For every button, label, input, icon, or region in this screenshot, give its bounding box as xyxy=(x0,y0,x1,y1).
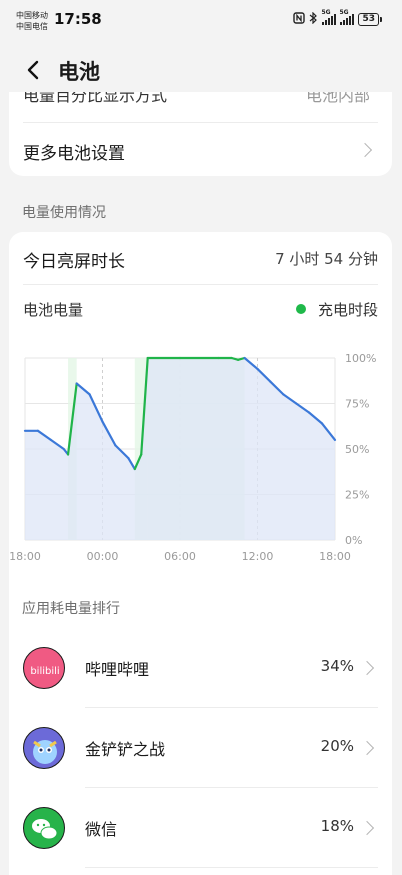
battery-level: 53 xyxy=(358,13,379,26)
x-tick-label: 00:00 xyxy=(87,550,119,563)
system-icons: 5G 5G 53 xyxy=(293,9,382,27)
chevron-right-icon xyxy=(359,820,375,836)
chevron-right-icon xyxy=(357,142,373,158)
chevron-left-icon xyxy=(27,60,39,80)
divider xyxy=(23,284,378,285)
chevron-right-icon xyxy=(359,660,375,676)
y-tick-label: 50% xyxy=(345,443,369,456)
x-tick-label: 18:00 xyxy=(319,550,351,563)
more-battery-settings-row[interactable]: 更多电池设置 xyxy=(23,139,125,164)
nfc-icon xyxy=(293,12,306,27)
x-tick-label: 18:00 xyxy=(9,550,41,563)
carrier-names: 中国移动 中国电信 xyxy=(16,10,48,32)
divider xyxy=(23,122,378,123)
screen-time-label: 今日亮屏时长 xyxy=(23,252,125,272)
signal-2-label: 5G xyxy=(339,9,349,16)
y-tick-label: 0% xyxy=(345,534,362,547)
battery-chart-svg: 100% 75% 50% 25% 0% 18:00 00:00 06:00 12:00 18:0… xyxy=(9,352,376,563)
chevron-right-icon xyxy=(359,740,375,756)
app-name: 微信 xyxy=(85,820,118,839)
y-tick-label: 25% xyxy=(345,489,369,502)
battery-icon: 53 xyxy=(358,13,382,26)
charging-legend-label: 充电时段 xyxy=(317,301,378,319)
percentage-display-row[interactable]: 电量百分比显示方式 xyxy=(23,92,167,106)
app-name: 金铲铲之战 xyxy=(85,740,166,759)
ranking-section-title: 应用耗电量排行 xyxy=(22,601,120,617)
y-tick-label: 100% xyxy=(345,352,376,365)
signal-2-icon: 5G xyxy=(339,9,355,25)
settings-card: 电量百分比显示方式 电池内部 更多电池设置 xyxy=(9,92,392,176)
status-clock: 17:58 xyxy=(54,10,102,28)
back-button[interactable] xyxy=(22,58,46,82)
app-ranking-list: bilibili 哔哩哔哩 34% 金铲铲之战 20% 微信 18% xyxy=(9,624,392,875)
bilibili-icon: bilibili xyxy=(23,647,65,689)
jinchanchan-icon xyxy=(23,727,65,769)
page-title: 电池 xyxy=(58,60,100,84)
signal-1-label: 5G xyxy=(321,9,331,16)
app-row-jinchanchan[interactable]: 金铲铲之战 20% xyxy=(9,708,392,788)
battery-level-label: 电池电量 xyxy=(23,301,84,319)
bilibili-icon-text: bilibili xyxy=(30,666,59,677)
app-percent: 34% xyxy=(320,657,354,675)
y-tick-label: 75% xyxy=(345,398,369,411)
battery-chart[interactable]: 100% 75% 50% 25% 0% 18:00 00:00 06:00 12:00 18:0… xyxy=(9,338,392,578)
carrier-2: 中国电信 xyxy=(16,22,48,31)
screen-time-value: 7 小时 54 分钟 xyxy=(275,250,378,268)
signal-1-icon: 5G xyxy=(321,9,337,25)
app-row-wechat[interactable]: 微信 18% xyxy=(9,788,392,868)
divider xyxy=(85,867,378,868)
wechat-icon xyxy=(23,807,65,849)
carrier-1: 中国移动 xyxy=(16,11,48,20)
app-percent: 18% xyxy=(320,817,354,835)
x-tick-label: 06:00 xyxy=(164,550,196,563)
app-row-bilibili[interactable]: bilibili 哔哩哔哩 34% xyxy=(9,628,392,708)
page-header: 电池 xyxy=(0,50,402,90)
app-name: 哔哩哔哩 xyxy=(85,660,150,679)
charging-legend-dot xyxy=(296,304,306,314)
bluetooth-icon xyxy=(309,11,318,27)
status-bar: 中国移动 中国电信 17:58 5G 5G 53 xyxy=(0,0,402,40)
x-tick-label: 12:00 xyxy=(242,550,274,563)
percentage-display-value: 电池内部 xyxy=(305,92,370,105)
app-percent: 20% xyxy=(320,737,354,755)
usage-section-title: 电量使用情况 xyxy=(22,205,106,221)
